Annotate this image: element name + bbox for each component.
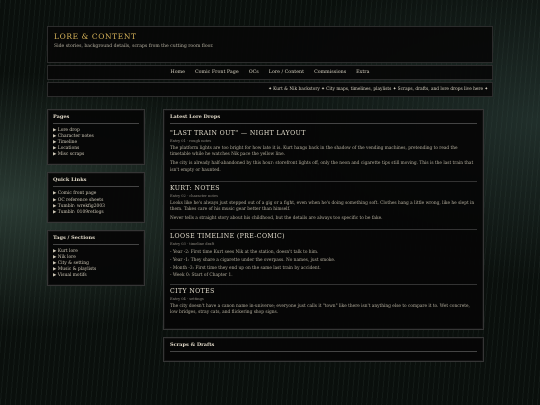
timeline-item: - Year -2: First time Kurt sees Nik at t… [170, 250, 319, 256]
sidebar-box-pages: Pages ▶ Lore drop ▶ Character notes ▶ Ti… [47, 109, 145, 166]
post-paragraph: Never tells a straight story about his c… [170, 216, 383, 222]
scraps-drafts-panel: Scraps & Drafts [163, 337, 484, 363]
sidebar-box-tags: Tags / Sections ▶ Kurt lore ▶ Nik lore ▶… [47, 229, 145, 287]
nav-ocs[interactable]: OCs [249, 70, 259, 75]
timeline-item: - Month -3: First time they end up on th… [170, 265, 321, 271]
post-title[interactable]: CITY NOTES [170, 288, 477, 295]
post-paragraph: The city doesn't have a canon name in-un… [170, 303, 470, 315]
post: "LAST TRAIN OUT" — NIGHT LAYOUT Entry 01… [170, 127, 477, 182]
post-title[interactable]: "LAST TRAIN OUT" — NIGHT LAYOUT [170, 130, 477, 137]
post-paragraph: Looks like he's always just stepped out … [170, 200, 475, 213]
post-meta: Entry 01 · rough notes [170, 139, 212, 143]
nav-comic-front-page[interactable]: Comic Front Page [195, 70, 239, 75]
nav-home[interactable]: Home [171, 70, 185, 75]
marquee-ticker: ✦ Kurt & Nik backstory ✦ City maps, time… [47, 82, 493, 97]
sidebar-heading: Pages [53, 114, 139, 124]
post: CITY NOTES Entry 04 · settings The city … [170, 285, 477, 323]
sidebar: Pages ▶ Lore drop ▶ Character notes ▶ Ti… [47, 109, 145, 362]
post: KURT: NOTES Entry 02 · character notes L… [170, 182, 477, 231]
post-paragraph: The platform lights are too bright for h… [170, 146, 458, 158]
post-meta: Entry 04 · settings [170, 296, 204, 301]
latest-lore-drops-panel: Latest Lore Drops "LAST TRAIN OUT" — NIG… [163, 109, 484, 331]
sidebar-box-quick-links: Quick Links ▶ Comic front page ▶ OC refe… [47, 172, 145, 223]
post-meta: Entry 03 · timeline draft [170, 242, 215, 247]
sidebar-heading: Tags / Sections [53, 235, 139, 245]
page-wrapper: LORE & CONTENT Side stories, background … [47, 26, 493, 363]
post: LOOSE TIMELINE (PRE-COMIC) Entry 03 · ti… [170, 230, 477, 285]
post-title[interactable]: KURT: NOTES [170, 185, 477, 192]
site-title: LORE & CONTENT [54, 32, 137, 41]
post-paragraph: The city is already half-abandoned by th… [170, 161, 474, 173]
timeline-item: - Year -1: They share a cigarette under … [170, 258, 336, 264]
main-content: Latest Lore Drops "LAST TRAIN OUT" — NIG… [163, 109, 484, 363]
site-header: LORE & CONTENT Side stories, background … [47, 26, 493, 63]
sidebar-item-tumblr-2[interactable]: ▶ Tumblr: 0109retlogs [53, 210, 139, 216]
sidebar-heading: Quick Links [53, 177, 139, 188]
nav-commissions[interactable]: Commissions [314, 70, 346, 75]
top-nav: Home Comic Front Page OCs Lore / Content… [47, 65, 493, 80]
panel-heading: Latest Lore Drops [170, 114, 477, 124]
panel-heading: Scraps & Drafts [170, 342, 477, 353]
post-meta: Entry 02 · character notes [170, 193, 218, 198]
sidebar-item-misc-scraps[interactable]: ▶ Misc scraps [53, 152, 139, 158]
sidebar-item-visual-motifs[interactable]: ▶ Visual motifs [53, 273, 139, 279]
site-subtitle: Side stories, background details, scraps… [54, 44, 214, 49]
ticker-text: ✦ Kurt & Nik backstory ✦ City maps, time… [268, 87, 488, 92]
nav-extra[interactable]: Extra [356, 70, 369, 75]
post-title[interactable]: LOOSE TIMELINE (PRE-COMIC) [170, 233, 477, 240]
timeline-item: - Week 0: Start of Chapter 1. [170, 273, 233, 279]
nav-lore-content[interactable]: Lore / Content [269, 70, 304, 75]
